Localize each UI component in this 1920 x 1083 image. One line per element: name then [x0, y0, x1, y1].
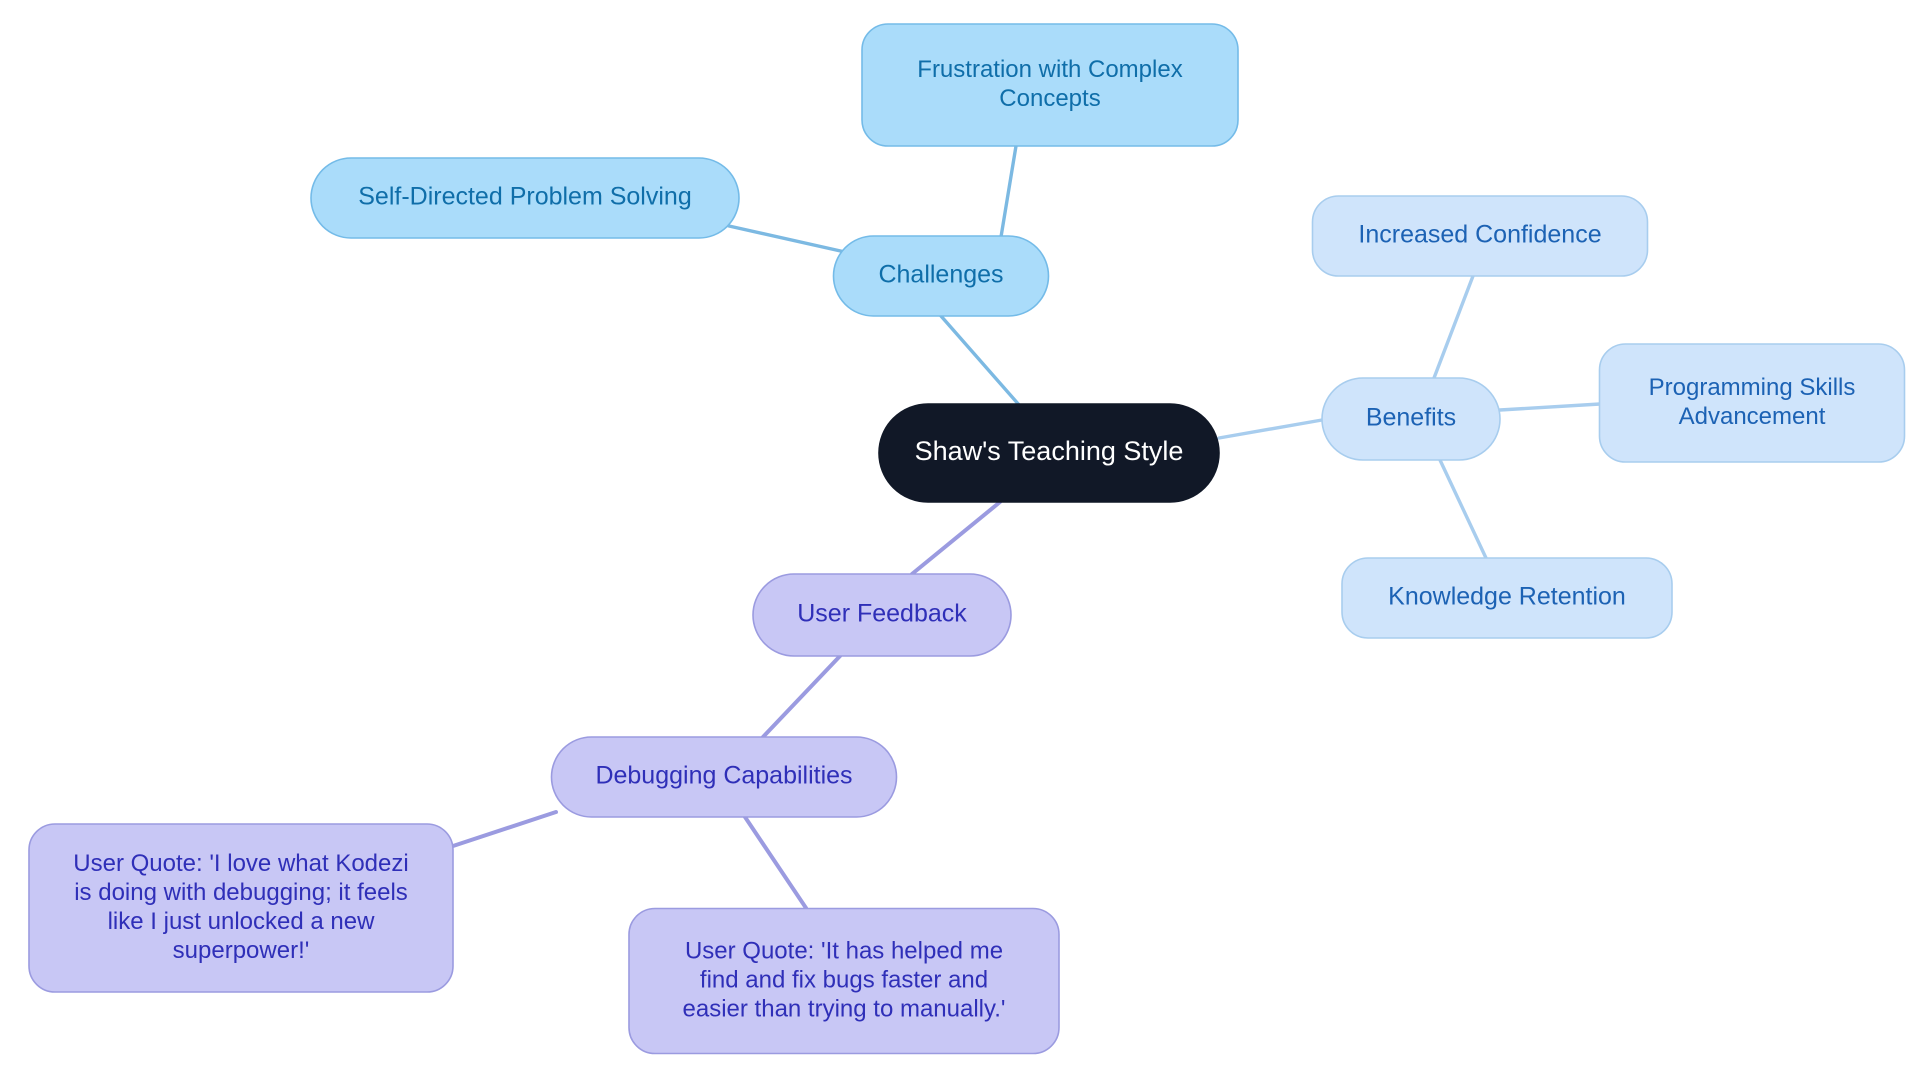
- node-self-directed[interactable]: Self-Directed Problem Solving: [310, 157, 740, 239]
- mindmap-diagram: Shaw's Teaching Style Challenges Frustrati…: [28, 23, 1906, 1055]
- node-programming-skills[interactable]: Programming SkillsAdvancement: [1598, 343, 1906, 463]
- edge-root-challenges: [939, 314, 1022, 408]
- node-root[interactable]: Shaw's Teaching Style: [878, 403, 1220, 503]
- node-frustration[interactable]: Frustration with ComplexConcepts: [861, 23, 1239, 147]
- node-label-self-directed: Self-Directed Problem Solving: [358, 183, 691, 211]
- node-label-quote-one: like I just unlocked a new: [108, 908, 375, 935]
- node-label-debugging: Debugging Capabilities: [595, 762, 852, 790]
- node-increased-confidence[interactable]: Increased Confidence: [1311, 195, 1649, 277]
- node-knowledge-retention[interactable]: Knowledge Retention: [1341, 557, 1673, 639]
- edge-feedback-debugging: [761, 654, 842, 739]
- node-challenges[interactable]: Challenges: [832, 235, 1050, 317]
- node-label-benefits: Benefits: [1366, 404, 1456, 432]
- edge-debugging-quotetwo: [743, 815, 808, 910]
- node-label-frustration: Concepts: [999, 85, 1100, 112]
- edge-benefits-programming: [1498, 402, 1602, 412]
- edge-challenges-frustration: [998, 144, 1018, 245]
- node-debugging[interactable]: Debugging Capabilities: [550, 736, 898, 818]
- node-label-quote-two: User Quote: 'It has helped me: [685, 937, 1003, 964]
- edge-debugging-quoteone: [451, 810, 558, 848]
- node-label-quote-two: find and fix bugs faster and: [700, 966, 988, 993]
- edge-challenges-selfdirected: [727, 224, 847, 254]
- node-label-challenges: Challenges: [878, 261, 1003, 289]
- node-quote-one[interactable]: User Quote: 'I love what Kodeziis doing …: [28, 823, 454, 993]
- edge-benefits-confidence: [1432, 274, 1475, 380]
- node-label-quote-one: is doing with debugging; it feels: [74, 879, 408, 906]
- node-quote-two[interactable]: User Quote: 'It has helped mefind and fi…: [628, 907, 1060, 1055]
- mindmap-canvas-container: Shaw's Teaching Style Challenges Frustrati…: [0, 0, 1920, 1083]
- edge-benefits-retention: [1438, 458, 1488, 560]
- node-label-quote-one: superpower!': [173, 937, 310, 964]
- node-label-root: Shaw's Teaching Style: [915, 436, 1184, 466]
- node-label-user-feedback: User Feedback: [797, 600, 967, 628]
- node-benefits[interactable]: Benefits: [1321, 377, 1501, 461]
- node-label-frustration: Frustration with Complex: [917, 56, 1182, 83]
- node-label-programming-skills: Advancement: [1679, 403, 1826, 430]
- node-label-knowledge-retention: Knowledge Retention: [1388, 583, 1626, 611]
- node-label-quote-one: User Quote: 'I love what Kodezi: [73, 850, 408, 877]
- node-label-quote-two: easier than trying to manually.': [683, 995, 1006, 1022]
- edge-root-feedback: [910, 500, 1002, 576]
- node-label-programming-skills: Programming Skills: [1649, 374, 1856, 401]
- node-label-increased-confidence: Increased Confidence: [1358, 221, 1601, 249]
- edge-root-benefits: [1217, 418, 1324, 440]
- node-user-feedback[interactable]: User Feedback: [752, 573, 1012, 657]
- nodes-layer: Shaw's Teaching Style Challenges Frustrati…: [28, 23, 1906, 1055]
